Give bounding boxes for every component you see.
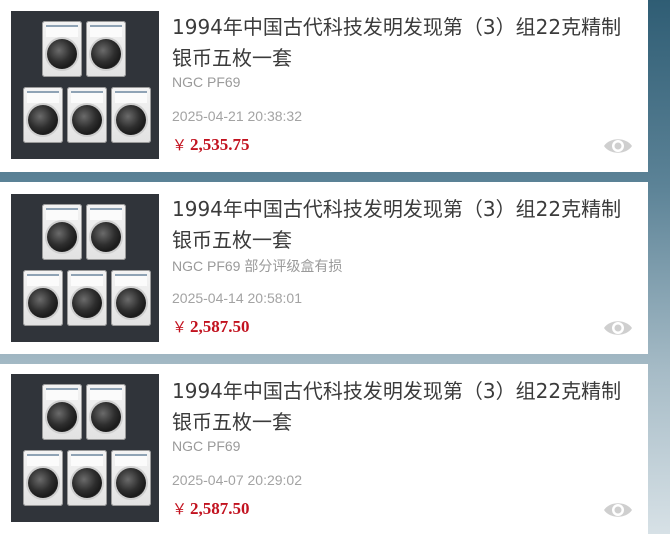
eye-icon[interactable] xyxy=(602,316,634,340)
listing-title[interactable]: 1994年中国古代科技发明发现第（3）组22克精制银币五枚一套 xyxy=(172,376,634,438)
coin-slab xyxy=(111,87,151,143)
listing-list: 1994年中国古代科技发明发现第（3）组22克精制银币五枚一套 NGC PF69… xyxy=(0,0,670,534)
coin-slab xyxy=(23,87,63,143)
listing-price: ￥ 2,587.50 xyxy=(172,498,250,519)
listing-date: 2025-04-07 20:29:02 xyxy=(172,472,302,488)
coin-slab xyxy=(86,21,126,77)
coin-slab xyxy=(42,204,82,260)
listing-title[interactable]: 1994年中国古代科技发明发现第（3）组22克精制银币五枚一套 xyxy=(172,194,634,256)
price-value: 2,587.50 xyxy=(190,499,250,518)
coin-slab xyxy=(86,384,126,440)
listing-grade: NGC PF69 部分评级盒有损 xyxy=(172,258,343,274)
listing-date: 2025-04-14 20:58:01 xyxy=(172,290,302,306)
coin-set-thumbnail[interactable] xyxy=(11,194,159,342)
coin-slab xyxy=(23,450,63,506)
coin-slab xyxy=(67,270,107,326)
currency-symbol: ￥ xyxy=(172,502,188,518)
listing-price: ￥ 2,587.50 xyxy=(172,316,250,337)
coin-slab xyxy=(67,87,107,143)
listing-grade: NGC PF69 xyxy=(172,438,241,454)
coin-slab xyxy=(42,384,82,440)
listing-price: ￥ 2,535.75 xyxy=(172,134,250,155)
coin-slab xyxy=(23,270,63,326)
listing-card[interactable]: 1994年中国古代科技发明发现第（3）组22克精制银币五枚一套 NGC PF69… xyxy=(0,364,648,534)
coin-slab xyxy=(111,270,151,326)
listing-card[interactable]: 1994年中国古代科技发明发现第（3）组22克精制银币五枚一套 NGC PF69… xyxy=(0,0,648,172)
eye-icon[interactable] xyxy=(602,498,634,522)
listing-title[interactable]: 1994年中国古代科技发明发现第（3）组22克精制银币五枚一套 xyxy=(172,12,634,74)
coin-slab xyxy=(42,21,82,77)
price-value: 2,587.50 xyxy=(190,317,250,336)
listing-grade: NGC PF69 xyxy=(172,74,241,90)
price-value: 2,535.75 xyxy=(190,135,250,154)
coin-set-thumbnail[interactable] xyxy=(11,11,159,159)
coin-slab xyxy=(111,450,151,506)
listing-card[interactable]: 1994年中国古代科技发明发现第（3）组22克精制银币五枚一套 NGC PF69… xyxy=(0,182,648,354)
currency-symbol: ￥ xyxy=(172,320,188,336)
coin-slab xyxy=(67,450,107,506)
eye-icon[interactable] xyxy=(602,134,634,158)
currency-symbol: ￥ xyxy=(172,138,188,154)
coin-set-thumbnail[interactable] xyxy=(11,374,159,522)
listing-date: 2025-04-21 20:38:32 xyxy=(172,108,302,124)
coin-slab xyxy=(86,204,126,260)
